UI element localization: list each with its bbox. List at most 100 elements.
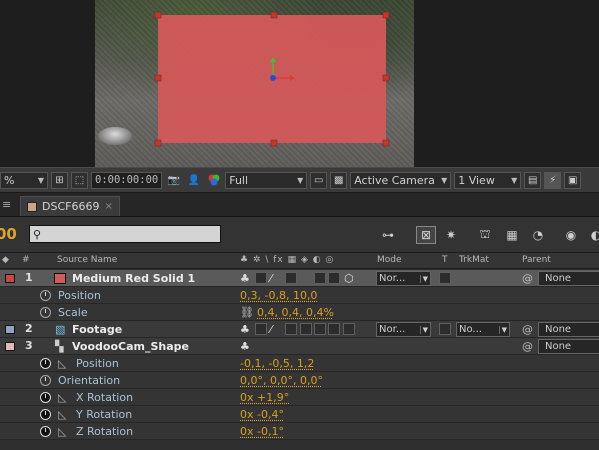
snapshot-camera-icon[interactable]: 📷 bbox=[165, 172, 182, 189]
pixel-aspect-icon[interactable]: ▤ bbox=[524, 171, 542, 189]
property-row[interactable]: Scale ⛓ 0,4, 0,4, 0,4% bbox=[0, 304, 599, 321]
property-row[interactable]: ◺ Y Rotation 0x -0,4° bbox=[0, 406, 599, 423]
color-channels-icon[interactable] bbox=[205, 172, 222, 189]
mode-dropdown[interactable]: Nor... ▼ bbox=[376, 271, 431, 286]
frame-blending-icon[interactable]: ▦ bbox=[502, 226, 522, 244]
collapse-switch[interactable] bbox=[255, 323, 267, 335]
current-time-display[interactable]: 00 bbox=[0, 225, 17, 243]
property-value[interactable]: 0,4, 0,4, 0,4% bbox=[257, 306, 334, 319]
toggle-mask-icon[interactable]: ⬚ bbox=[71, 171, 88, 189]
property-value[interactable]: -0,1, -0,5, 1,2 bbox=[240, 357, 314, 370]
3d-layer-cube-icon[interactable]: ⬡ bbox=[344, 272, 354, 285]
property-row[interactable]: ◺ Position -0,1, -0,5, 1,2 bbox=[0, 355, 599, 372]
edge-handle-right[interactable] bbox=[382, 74, 390, 82]
motion-blur-switch[interactable] bbox=[328, 272, 340, 284]
layer-row[interactable]: 2 ▧ Footage ♣ ⁄ Nor... ▼ No... ▼ @ None bbox=[0, 321, 599, 338]
trkmat-dropdown[interactable]: No... ▼ bbox=[456, 322, 510, 337]
3d-layer-switch[interactable] bbox=[343, 323, 355, 335]
motion-blur-icon[interactable]: ◔ bbox=[528, 226, 548, 244]
resolution-dropdown[interactable]: Full ▼ bbox=[225, 171, 308, 189]
brainstorm-icon[interactable]: ◐ bbox=[586, 226, 599, 244]
viewer-timecode[interactable]: 0:00:00:00 bbox=[91, 171, 163, 189]
parent-dropdown[interactable]: None bbox=[538, 271, 599, 286]
corner-handle-tl[interactable] bbox=[154, 11, 162, 19]
layer-name[interactable]: VoodooCam_Shape bbox=[72, 340, 189, 353]
zoom-dropdown[interactable]: % ▼ bbox=[0, 171, 48, 189]
shy-switch-icon[interactable]: ♣ bbox=[240, 272, 250, 285]
effect-switch[interactable] bbox=[285, 272, 297, 284]
label-column-icon[interactable]: ◆ bbox=[2, 255, 9, 265]
pick-whip-icon[interactable]: @ bbox=[522, 272, 533, 285]
transparency-grid-icon[interactable]: ▩ bbox=[330, 171, 348, 189]
parent-dropdown[interactable]: None bbox=[538, 322, 599, 337]
effect-switch[interactable] bbox=[285, 323, 297, 335]
close-icon[interactable]: × bbox=[104, 201, 112, 212]
graph-editor-icon[interactable]: ◉ bbox=[561, 226, 581, 244]
layer-label-color[interactable] bbox=[5, 342, 15, 351]
property-value[interactable]: 0,0°, 0,0°, 0,0° bbox=[240, 374, 323, 387]
parent-dropdown[interactable]: None bbox=[538, 339, 599, 354]
mode-header[interactable]: Mode bbox=[377, 255, 402, 265]
property-value[interactable]: 0x -0,4° bbox=[240, 408, 284, 421]
timeline-toggle-icon[interactable]: ▣ bbox=[564, 171, 582, 189]
layer-label-color[interactable] bbox=[5, 274, 15, 283]
choose-grid-icon[interactable]: ⊞ bbox=[51, 171, 68, 189]
property-value[interactable]: 0x +1,9° bbox=[240, 391, 289, 404]
shy-switch-icon[interactable]: ♣ bbox=[240, 323, 250, 336]
stopwatch-icon[interactable] bbox=[40, 307, 51, 318]
tab-composition[interactable]: DSCF6669 × bbox=[20, 196, 120, 216]
corner-handle-tr[interactable] bbox=[382, 11, 390, 19]
stopwatch-icon[interactable] bbox=[40, 290, 51, 301]
constrain-proportions-icon[interactable]: ⛓ bbox=[240, 306, 254, 319]
motion-blur-switch[interactable] bbox=[328, 323, 340, 335]
region-of-interest-icon[interactable]: ▭ bbox=[310, 171, 328, 189]
show-snapshot-icon[interactable]: 👤 bbox=[185, 172, 202, 189]
adjustment-switch[interactable] bbox=[314, 323, 326, 335]
fast-previews-icon[interactable]: ⚡ bbox=[544, 171, 562, 189]
edge-handle-left[interactable] bbox=[154, 74, 162, 82]
layer-name[interactable]: Medium Red Solid 1 bbox=[72, 272, 195, 285]
property-row[interactable]: ◺ X Rotation 0x +1,9° bbox=[0, 389, 599, 406]
mode-dropdown[interactable]: Nor... ▼ bbox=[376, 322, 431, 337]
stopwatch-icon[interactable] bbox=[40, 375, 51, 386]
views-dropdown[interactable]: 1 View ▼ bbox=[454, 171, 522, 189]
layer-name[interactable]: Footage bbox=[72, 323, 122, 336]
property-value[interactable]: 0,3, -0,8, 10,0 bbox=[240, 289, 317, 302]
camera-dropdown[interactable]: Active Camera ▼ bbox=[350, 171, 452, 189]
adjustment-switch[interactable] bbox=[314, 272, 326, 284]
edge-handle-bottom[interactable] bbox=[270, 139, 278, 147]
panel-menu-icon[interactable]: ≡ bbox=[2, 198, 12, 211]
comp-mini-flowchart-icon[interactable]: ⊶ bbox=[378, 226, 398, 244]
stopwatch-active-icon[interactable] bbox=[40, 426, 51, 437]
live-update-icon[interactable]: ⊠ bbox=[416, 226, 436, 244]
pick-whip-icon[interactable]: @ bbox=[522, 323, 533, 336]
frame-blend-switch[interactable] bbox=[300, 323, 312, 335]
property-row[interactable]: Orientation 0,0°, 0,0°, 0,0° bbox=[0, 372, 599, 389]
stopwatch-active-icon[interactable] bbox=[40, 409, 51, 420]
parent-header[interactable]: Parent bbox=[522, 255, 551, 265]
corner-handle-bl[interactable] bbox=[154, 139, 162, 147]
layer-row[interactable]: 3 ▚ VoodooCam_Shape ♣ @ None bbox=[0, 338, 599, 355]
draft-3d-icon[interactable]: ✷ bbox=[441, 226, 461, 244]
source-name-header[interactable]: Source Name bbox=[57, 255, 117, 265]
hide-shy-layers-icon[interactable]: ⛫ bbox=[475, 226, 495, 244]
preserve-transparency-switch[interactable] bbox=[439, 323, 451, 335]
collapse-switch[interactable] bbox=[255, 272, 267, 284]
preserve-transparency-switch[interactable] bbox=[439, 272, 451, 284]
stopwatch-active-icon[interactable] bbox=[40, 358, 51, 369]
quality-switch-icon[interactable]: ⁄ bbox=[270, 323, 272, 336]
property-row[interactable]: ◺ Z Rotation 0x -0,1° bbox=[0, 423, 599, 440]
layer-row[interactable]: 1 Medium Red Solid 1 ♣ ⁄ ⬡ Nor... ▼ @ Non… bbox=[0, 270, 599, 287]
composition-viewer[interactable] bbox=[0, 0, 599, 167]
shy-switch-icon[interactable]: ♣ bbox=[240, 340, 250, 353]
red-solid-layer[interactable] bbox=[0, 0, 599, 167]
property-row[interactable]: Position 0,3, -0,8, 10,0 bbox=[0, 287, 599, 304]
layer-search-input[interactable]: ⚲ bbox=[29, 225, 221, 243]
stopwatch-active-icon[interactable] bbox=[40, 392, 51, 403]
quality-switch-icon[interactable]: ⁄ bbox=[270, 272, 272, 285]
layer-label-color[interactable] bbox=[5, 325, 15, 334]
corner-handle-br[interactable] bbox=[382, 139, 390, 147]
property-value[interactable]: 0x -0,1° bbox=[240, 425, 284, 438]
pick-whip-icon[interactable]: @ bbox=[522, 340, 533, 353]
edge-handle-top[interactable] bbox=[270, 11, 278, 19]
